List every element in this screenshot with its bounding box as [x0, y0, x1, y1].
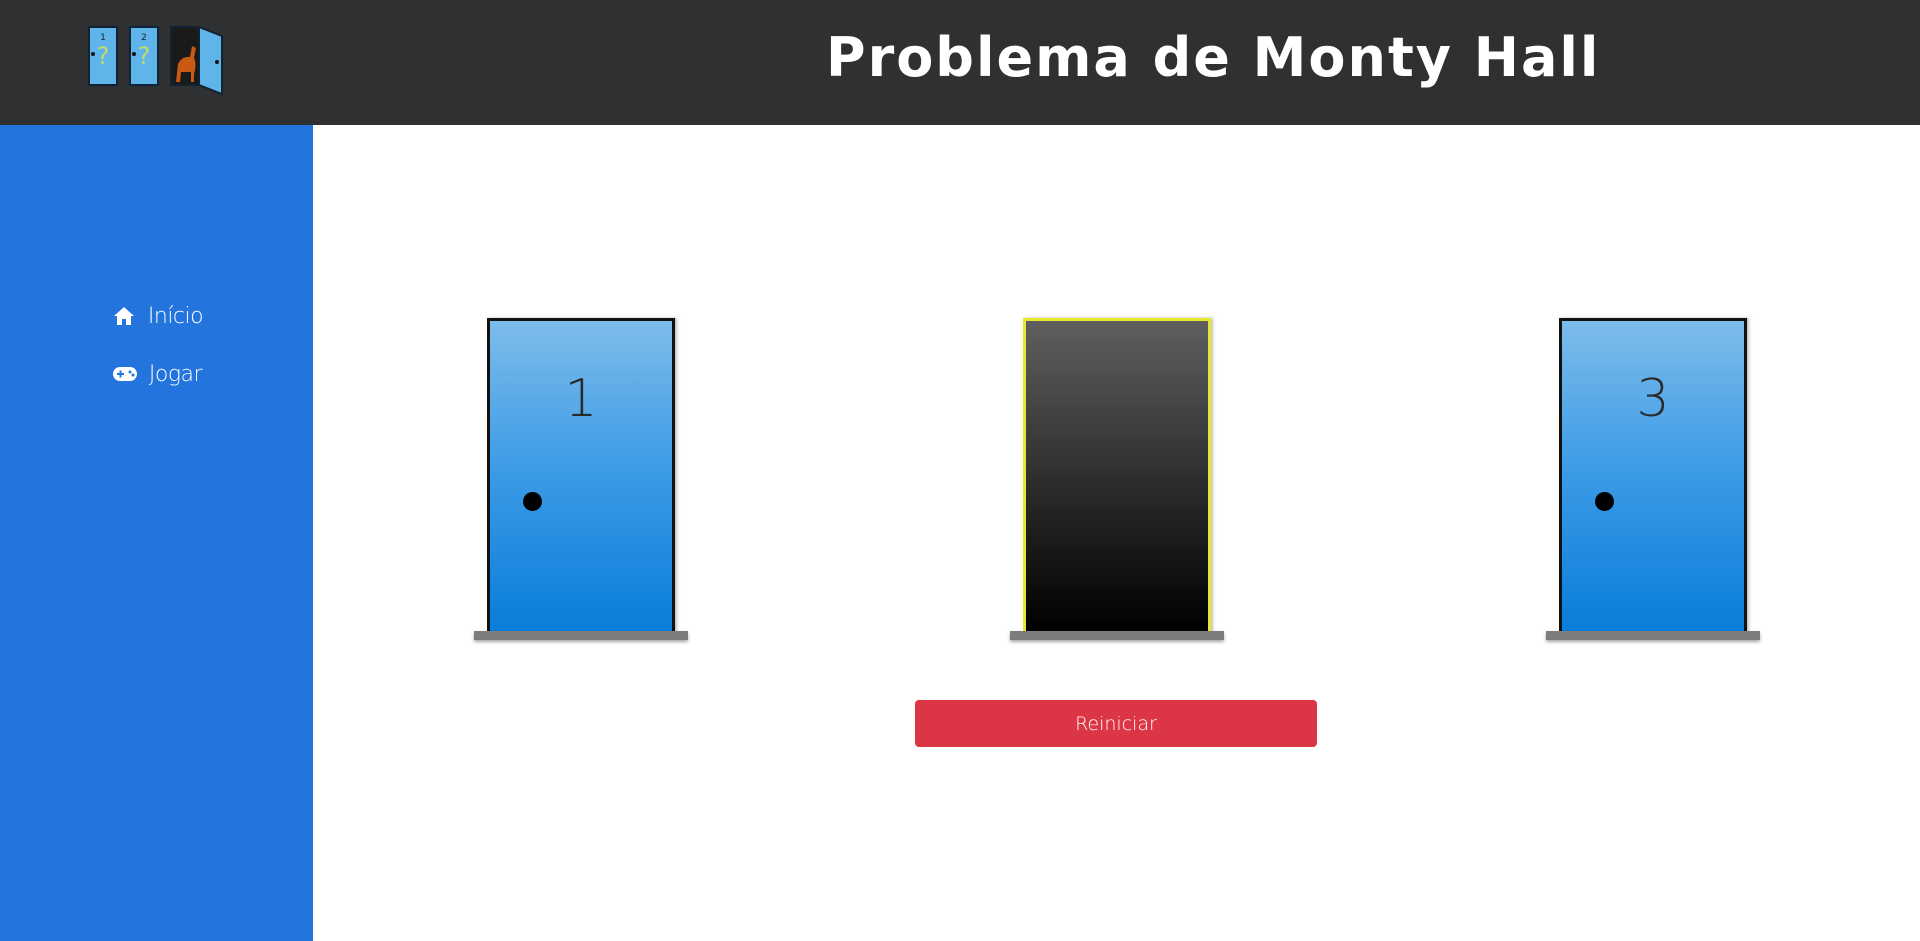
door-sill: [1546, 631, 1760, 640]
door-2[interactable]: [1010, 318, 1224, 640]
restart-button[interactable]: Reiniciar: [915, 700, 1317, 747]
gamepad-icon: [111, 363, 139, 385]
logo-door-1-symbol: ?: [97, 42, 110, 70]
monty-hall-logo: 1 ? 2 ?: [86, 24, 226, 100]
sidebar-item-label: Início: [147, 303, 204, 329]
door-number: 1: [564, 369, 598, 429]
door-number: 3: [1636, 369, 1670, 429]
door-knob: [1595, 492, 1614, 511]
door-3[interactable]: 3: [1546, 318, 1760, 640]
door-panel: 3: [1559, 318, 1747, 634]
door-knob: [523, 492, 542, 511]
logo-door-2-symbol: ?: [138, 42, 151, 70]
sidebar-item-jogar[interactable]: Jogar: [0, 354, 313, 394]
door-sill: [1010, 631, 1224, 640]
door-panel: 1: [487, 318, 675, 634]
door-sill: [474, 631, 688, 640]
header: 1 ? 2 ? Problema de Monty Hall: [0, 0, 1920, 125]
sidebar-item-label: Jogar: [148, 361, 203, 387]
page-title: Problema de Monty Hall: [826, 26, 1601, 89]
sidebar: Início Jogar: [0, 125, 313, 941]
home-icon: [110, 305, 138, 327]
door-panel-open: [1023, 318, 1211, 634]
door-1[interactable]: 1: [474, 318, 688, 640]
sidebar-item-inicio[interactable]: Início: [0, 296, 313, 336]
